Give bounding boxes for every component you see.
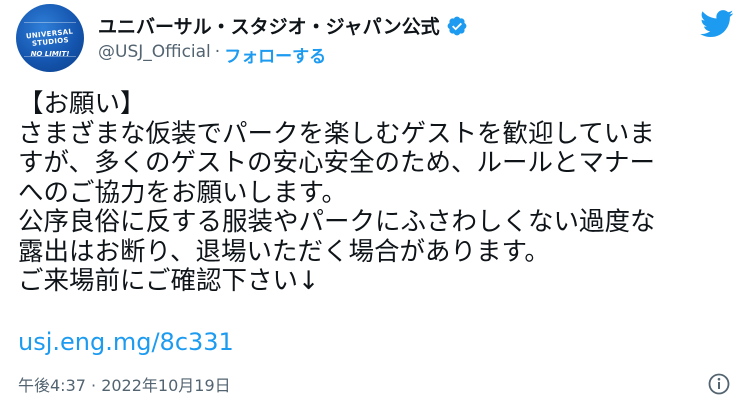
tweet-line: 公序良俗に反する服装やパークにふさわしくない過度な	[18, 207, 656, 237]
tweet-text: 【お願い】 さまざまな仮装でパークを楽しむゲストを歓迎していま すが、多くのゲス…	[18, 89, 738, 297]
handle-row: @USJ_Official · フォローする	[98, 42, 326, 67]
avatar-logo-sub: NO LIMIT!	[30, 50, 70, 58]
separator: ·	[214, 42, 221, 62]
timestamp[interactable]: 午後4:37 · 2022年10月19日	[18, 372, 231, 396]
verified-badge-icon	[447, 16, 467, 35]
twitter-bird-icon[interactable]	[700, 10, 734, 38]
avatar-logo-text: UNIVERSAL STUDIOS	[25, 27, 74, 48]
follow-button[interactable]: フォローする	[224, 42, 326, 67]
tweet-line: ご来場前にご確認下さい↓	[18, 266, 320, 296]
info-icon[interactable]	[707, 372, 731, 396]
author-name-row: ユニバーサル・スタジオ・ジャパン公式	[98, 12, 468, 39]
globe-line	[24, 22, 76, 23]
tweet-line: 【お願い】	[18, 89, 146, 119]
tweet-line: 露出はお断り、退場いただく場合があります。	[18, 236, 550, 267]
account-handle[interactable]: @USJ_Official	[98, 42, 211, 67]
display-name[interactable]: ユニバーサル・スタジオ・ジャパン公式	[98, 12, 440, 39]
tweet-line: すが、多くのゲストの安心安全のため、ルールとマナー	[18, 148, 655, 178]
tweet-line: へのご協力をお願いします。	[18, 177, 347, 208]
avatar[interactable]: UNIVERSAL STUDIOS NO LIMIT!	[16, 4, 84, 72]
tweet-link[interactable]: usj.eng.mg/8c331	[18, 328, 234, 356]
tweet-line: さまざまな仮装でパークを楽しむゲストを歓迎していま	[18, 118, 655, 149]
